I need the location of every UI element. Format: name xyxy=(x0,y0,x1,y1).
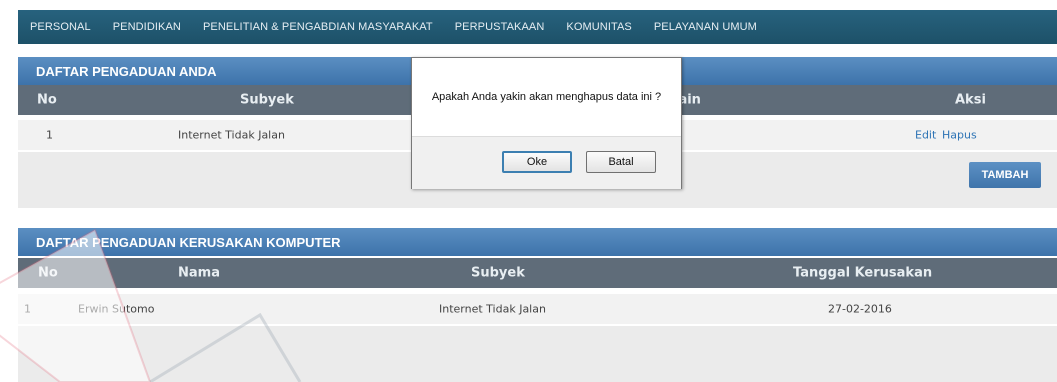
confirm-delete-dialog: Apakah Anda yakin akan menghapus data in… xyxy=(411,57,682,189)
column-header-subyek: Subyek xyxy=(240,92,294,108)
dialog-message: Apakah Anda yakin akan menghapus data in… xyxy=(431,91,662,103)
nav-item-pendidikan[interactable]: PENDIDIKAN xyxy=(113,21,181,33)
batal-button[interactable]: Batal xyxy=(586,151,656,173)
row-subject: Internet Tidak Jalan xyxy=(439,302,546,316)
oke-button[interactable]: Oke xyxy=(502,151,572,173)
row-date: 27-02-2016 xyxy=(828,302,892,316)
nav-item-personal[interactable]: PERSONAL xyxy=(30,21,91,33)
row-no: 1 xyxy=(46,128,53,142)
edit-link[interactable]: Edit xyxy=(915,129,936,142)
column-header-subyek: Subyek xyxy=(471,265,525,281)
row-name: Erwin Sutomo xyxy=(78,302,155,316)
damage-panel-title: DAFTAR PENGADUAN KERUSAKAN KOMPUTER xyxy=(18,228,1057,256)
tambah-button[interactable]: TAMBAH xyxy=(969,162,1041,188)
hapus-link[interactable]: Hapus xyxy=(942,129,977,142)
dialog-button-area: Oke Batal xyxy=(412,136,681,189)
nav-item-perpustakaan[interactable]: PERPUSTAKAAN xyxy=(455,21,545,33)
column-header-no: No xyxy=(38,265,58,281)
table-row: 1 Erwin Sutomo Internet Tidak Jalan 27-0… xyxy=(18,294,1057,324)
damage-table-header: No Nama Subyek Tanggal Kerusakan xyxy=(18,258,1057,288)
nav-item-penelitian[interactable]: PENELITIAN & PENGABDIAN MASYARAKAT xyxy=(203,21,433,33)
row-subject: Internet Tidak Jalan xyxy=(178,128,285,142)
nav-item-komunitas[interactable]: KOMUNITAS xyxy=(566,21,631,33)
column-header-tanggal: Tanggal Kerusakan xyxy=(793,265,933,281)
row-no: 1 xyxy=(24,302,31,316)
column-header-no: No xyxy=(37,92,57,108)
column-header-aksi: Aksi xyxy=(955,92,986,108)
top-navigation: PERSONAL PENDIDIKAN PENELITIAN & PENGABD… xyxy=(18,10,1057,44)
nav-item-pelayanan-umum[interactable]: PELAYANAN UMUM xyxy=(654,21,757,33)
column-header-nama: Nama xyxy=(178,265,220,281)
damage-panel-footer xyxy=(18,326,1057,382)
